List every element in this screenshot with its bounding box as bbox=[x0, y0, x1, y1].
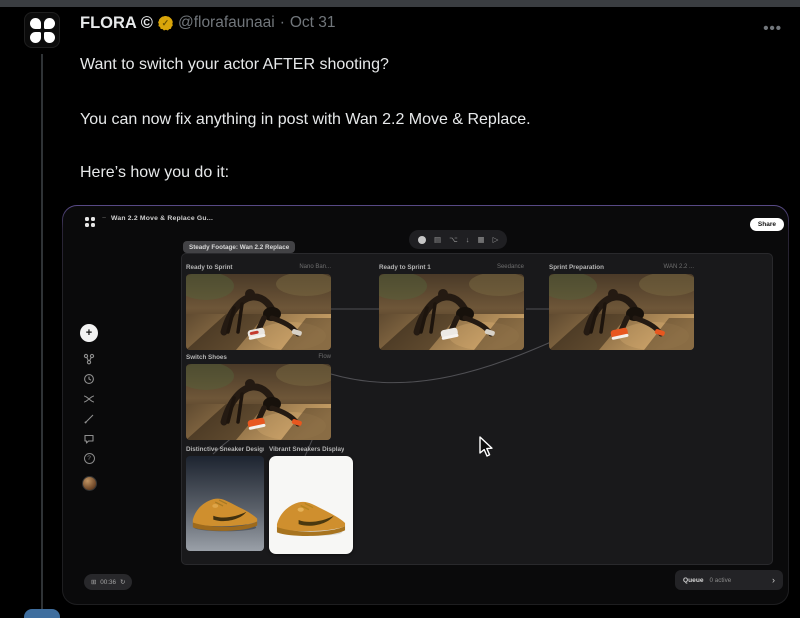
handle[interactable]: @florafaunaai bbox=[178, 14, 275, 32]
grid-icon[interactable]: ▦ bbox=[478, 236, 485, 244]
node-model-tag: Seedance bbox=[497, 264, 524, 270]
record-dot-icon[interactable] bbox=[418, 236, 426, 244]
frame-icon[interactable]: ▤ bbox=[434, 236, 441, 244]
refresh-icon[interactable]: ↻ bbox=[120, 579, 125, 586]
thread-line bbox=[41, 54, 43, 618]
queue-label: Queue bbox=[683, 577, 704, 584]
add-node-button[interactable]: + bbox=[80, 324, 98, 342]
node-title: Switch Shoes bbox=[186, 354, 227, 361]
node-image-sneaker-dark[interactable] bbox=[186, 456, 264, 551]
group-label[interactable]: Steady Footage: Wan 2.2 Replace bbox=[183, 241, 295, 253]
timer-value: 00:36 bbox=[100, 579, 116, 586]
node-ready-to-sprint[interactable]: Ready to Sprint Nano Ban... bbox=[186, 262, 331, 350]
flora-app-window: ~ Wan 2.2 Move & Replace Gu... Share ▤ ⌥… bbox=[63, 206, 788, 604]
brush-icon[interactable] bbox=[83, 412, 96, 425]
embedded-media-card[interactable]: ~ Wan 2.2 Move & Replace Gu... Share ▤ ⌥… bbox=[62, 205, 789, 605]
app-sidebar: + bbox=[78, 324, 100, 491]
node-title: Ready to Sprint 1 bbox=[379, 264, 431, 271]
tweet-line-2: You can now fix anything in post with Wa… bbox=[80, 109, 784, 130]
node-title: Vibrant Sneakers Display bbox=[269, 446, 344, 453]
canvas-toolbar: ▤ ⌥ ↓ ▦ ▷ bbox=[409, 230, 507, 249]
queue-count: 0 active bbox=[710, 577, 766, 584]
avatar[interactable] bbox=[24, 12, 60, 48]
node-model-tag: Flow bbox=[318, 354, 331, 360]
node-image-sprinter[interactable] bbox=[379, 274, 524, 350]
queue-status-bar[interactable]: Queue 0 active › bbox=[675, 570, 783, 590]
flow-icon[interactable] bbox=[83, 352, 96, 365]
download-icon[interactable]: ↓ bbox=[466, 236, 470, 244]
user-avatar[interactable] bbox=[82, 476, 97, 491]
node-sprint-preparation[interactable]: Sprint Preparation WAN 2.2 ... bbox=[549, 262, 694, 350]
display-name[interactable]: FLORA © bbox=[80, 14, 153, 33]
node-title: Distinctive Sneaker Design bbox=[186, 446, 264, 453]
node-image-sprinter[interactable] bbox=[186, 274, 331, 350]
tweet-header: FLORA © ✓ @florafaunaai · Oct 31 bbox=[80, 12, 784, 34]
play-icon[interactable]: ▷ bbox=[493, 236, 499, 244]
chevron-right-icon[interactable]: › bbox=[772, 576, 775, 585]
timeline-icon: ⊞ bbox=[91, 579, 96, 586]
playback-timer[interactable]: ⊞ 00:36 ↻ bbox=[84, 574, 132, 590]
node-image-sprinter[interactable] bbox=[549, 274, 694, 350]
node-image-sprinter[interactable] bbox=[186, 364, 331, 440]
node-switch-shoes[interactable]: Switch Shoes Flow bbox=[186, 352, 331, 440]
tweet-line-3: Here’s how you do it: bbox=[80, 162, 784, 183]
verified-badge-icon: ✓ bbox=[158, 16, 173, 31]
mouse-cursor-icon bbox=[478, 436, 494, 463]
node-title: Sprint Preparation bbox=[549, 264, 604, 271]
history-icon[interactable] bbox=[83, 372, 96, 385]
node-model-tag: WAN 2.2 ... bbox=[664, 264, 694, 270]
node-vibrant-sneakers-display[interactable]: Vibrant Sneakers Display bbox=[269, 444, 353, 554]
help-icon[interactable]: ? bbox=[83, 452, 96, 465]
node-title: Ready to Sprint bbox=[186, 264, 233, 271]
next-tweet-avatar-peek bbox=[24, 609, 60, 618]
flora-logo-icon bbox=[30, 18, 55, 43]
connector-icon[interactable]: ⌥ bbox=[449, 236, 458, 244]
timestamp[interactable]: Oct 31 bbox=[290, 14, 336, 32]
comment-icon[interactable] bbox=[83, 432, 96, 445]
tweet-body: Want to switch your actor AFTER shooting… bbox=[80, 54, 784, 183]
separator-dot: · bbox=[280, 14, 285, 32]
tweet-container: ••• FLORA © ✓ @florafaunaai · Oct 31 Wan… bbox=[0, 0, 800, 618]
node-distinctive-sneaker-design[interactable]: Distinctive Sneaker Design bbox=[186, 444, 264, 551]
node-ready-to-sprint-1[interactable]: Ready to Sprint 1 Seedance bbox=[379, 262, 524, 350]
node-model-tag: Nano Ban... bbox=[299, 264, 331, 270]
node-image-sneaker-white[interactable] bbox=[269, 456, 353, 554]
shuffle-icon[interactable] bbox=[83, 392, 96, 405]
tweet-line-1: Want to switch your actor AFTER shooting… bbox=[80, 54, 784, 75]
